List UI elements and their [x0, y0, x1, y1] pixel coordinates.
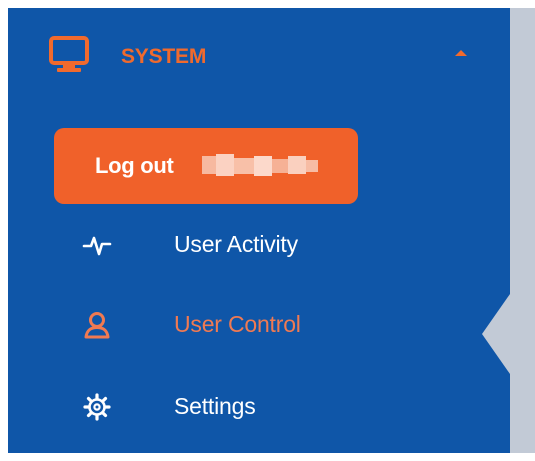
logout-button[interactable]: Log out — [54, 128, 358, 204]
section-title: SYSTEM — [121, 45, 207, 68]
sidebar-item-settings[interactable]: Settings — [60, 378, 460, 434]
gear-icon — [83, 393, 111, 421]
user-icon — [84, 312, 110, 339]
app-frame: SYSTEM Log out User Activity User Contro… — [0, 0, 535, 461]
section-header-system[interactable]: SYSTEM — [8, 28, 510, 90]
sidebar-item-user-control[interactable]: User Control — [60, 296, 460, 352]
sidebar-item-label: User Activity — [174, 231, 298, 257]
content-area-edge — [510, 8, 535, 453]
active-item-pointer — [482, 294, 510, 374]
sidebar-item-label: Settings — [174, 393, 256, 419]
sidebar-item-label: User Control — [174, 311, 301, 337]
redacted-username — [202, 154, 318, 176]
sidebar-item-user-activity[interactable]: User Activity — [60, 216, 460, 272]
logout-label: Log out — [95, 153, 174, 178]
collapse-caret-icon[interactable] — [455, 50, 467, 56]
monitor-icon — [49, 36, 89, 72]
activity-pulse-icon — [82, 236, 112, 256]
